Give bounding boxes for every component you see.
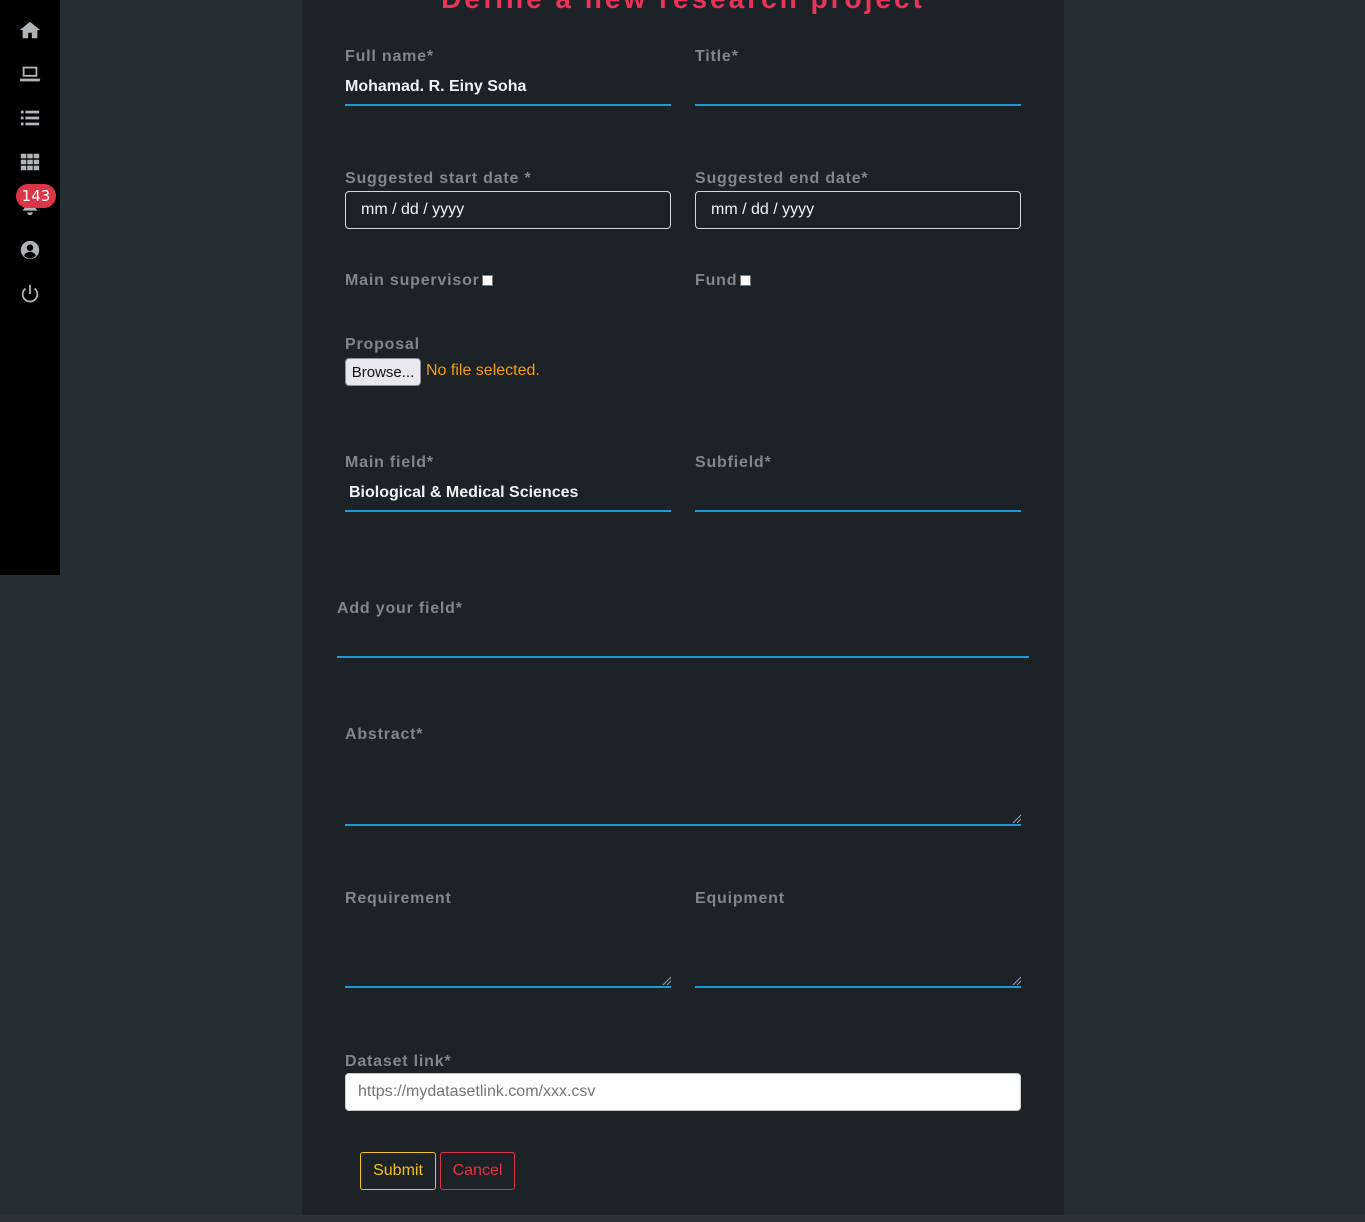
end-date-placeholder: mm / dd / yyyy: [711, 201, 815, 218]
grid-icon[interactable]: [18, 150, 42, 174]
sidebar: 143: [0, 0, 60, 575]
dataset-link-label: Dataset link*: [345, 1053, 452, 1070]
resize-grip-icon[interactable]: [1011, 813, 1021, 823]
home-icon[interactable]: [18, 18, 42, 42]
fund-label: Fund: [695, 272, 738, 289]
start-date-placeholder: mm / dd / yyyy: [361, 201, 465, 218]
requirement-textarea[interactable]: [345, 916, 671, 988]
laptop-icon[interactable]: [18, 62, 42, 86]
main-field-select[interactable]: Biological & Medical Sciences: [345, 476, 671, 512]
equipment-label: Equipment: [695, 890, 785, 907]
title-input[interactable]: [695, 70, 1021, 106]
main-field-label: Main field*: [345, 454, 434, 471]
proposal-label: Proposal: [345, 336, 420, 353]
resize-grip-icon[interactable]: [1011, 975, 1021, 985]
submit-button[interactable]: Submit: [360, 1152, 436, 1190]
cancel-button[interactable]: Cancel: [440, 1152, 515, 1190]
equipment-textarea[interactable]: [695, 916, 1021, 988]
fund-checkbox[interactable]: [740, 275, 751, 286]
subfield-label: Subfield*: [695, 454, 772, 471]
power-icon[interactable]: [18, 282, 42, 306]
main-supervisor-checkbox[interactable]: [482, 275, 493, 286]
end-date-input[interactable]: mm / dd / yyyy: [695, 191, 1021, 229]
full-name-input[interactable]: Mohamad. R. Einy Soha: [345, 70, 671, 106]
main-supervisor-label: Main supervisor: [345, 272, 480, 289]
dataset-link-placeholder: https://mydatasetlink.com/xxx.csv: [358, 1083, 596, 1100]
page-bottom-edge: [0, 1215, 1365, 1222]
resize-grip-icon[interactable]: [661, 975, 671, 985]
start-date-input[interactable]: mm / dd / yyyy: [345, 191, 671, 229]
main-field-value: Biological & Medical Sciences: [349, 484, 579, 501]
abstract-label: Abstract*: [345, 726, 424, 743]
file-status: No file selected.: [426, 362, 540, 379]
user-circle-icon[interactable]: [18, 238, 42, 262]
abstract-textarea[interactable]: [345, 752, 1021, 826]
project-form-panel: Define a new research project Full name*…: [302, 0, 1064, 1215]
page-title: Define a new research project: [302, 0, 1064, 14]
browse-button[interactable]: Browse...: [345, 358, 421, 386]
add-field-label: Add your field*: [337, 600, 463, 617]
end-date-label: Suggested end date*: [695, 170, 869, 187]
add-field-input[interactable]: [337, 622, 1029, 658]
dataset-link-input[interactable]: https://mydatasetlink.com/xxx.csv: [345, 1073, 1021, 1111]
list-icon[interactable]: [18, 106, 42, 130]
start-date-label: Suggested start date *: [345, 170, 532, 187]
requirement-label: Requirement: [345, 890, 452, 907]
subfield-select[interactable]: [695, 476, 1021, 512]
notification-badge: 143: [16, 184, 56, 208]
title-label: Title*: [695, 48, 739, 65]
full-name-label: Full name*: [345, 48, 434, 65]
full-name-value: Mohamad. R. Einy Soha: [345, 78, 527, 95]
